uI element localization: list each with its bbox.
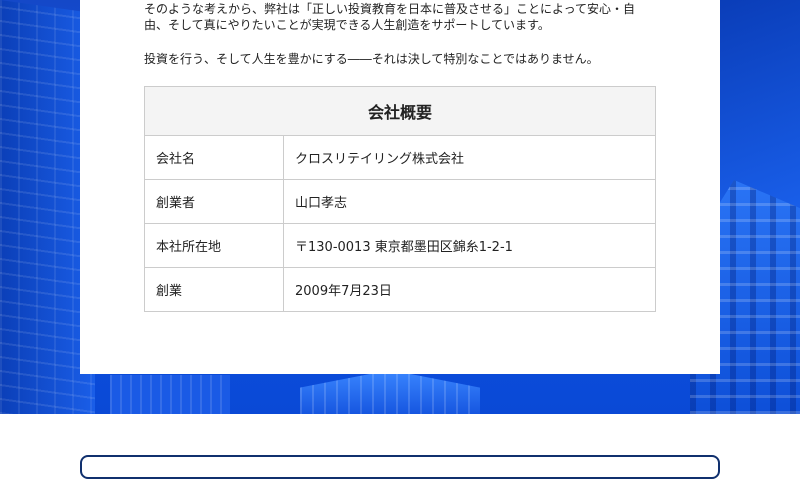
intro-text-line-3: 投資を行う、そして人生を豊かにする――それは決して特別なことではありません。	[144, 52, 599, 66]
table-row: 本社所在地 〒130-0013 東京都墨田区錦糸1-2-1	[144, 223, 656, 268]
table-row: 創業 2009年7月23日	[144, 267, 656, 312]
table-title: 会社概要	[144, 86, 656, 136]
row-value-headquarters: 〒130-0013 東京都墨田区錦糸1-2-1	[283, 223, 656, 268]
table-row: 会社名 クロスリテイリング株式会社	[144, 135, 656, 180]
row-label-headquarters: 本社所在地	[144, 223, 284, 268]
table-header-row: 会社概要	[144, 86, 656, 136]
building-image-bottom-left	[110, 375, 230, 414]
row-label-company-name: 会社名	[144, 135, 284, 180]
intro-text-line-2: 由、そして真にやりたいことが実現できる人生創造をサポートしています。	[144, 18, 550, 32]
building-image-bottom-center	[300, 370, 480, 414]
table-row: 創業者 山口孝志	[144, 179, 656, 224]
row-value-company-name: クロスリテイリング株式会社	[283, 135, 656, 180]
bottom-bordered-box	[80, 455, 720, 479]
content-card: そのような考えから、弊社は「正しい投資教育を日本に普及させる」ことによって安心・…	[80, 0, 720, 374]
row-label-founder: 創業者	[144, 179, 284, 224]
row-value-founded: 2009年7月23日	[283, 267, 656, 312]
row-value-founder: 山口孝志	[283, 179, 656, 224]
row-label-founded: 創業	[144, 267, 284, 312]
company-overview-table: 会社概要 会社名 クロスリテイリング株式会社 創業者 山口孝志 本社所在地 〒1…	[144, 86, 656, 312]
